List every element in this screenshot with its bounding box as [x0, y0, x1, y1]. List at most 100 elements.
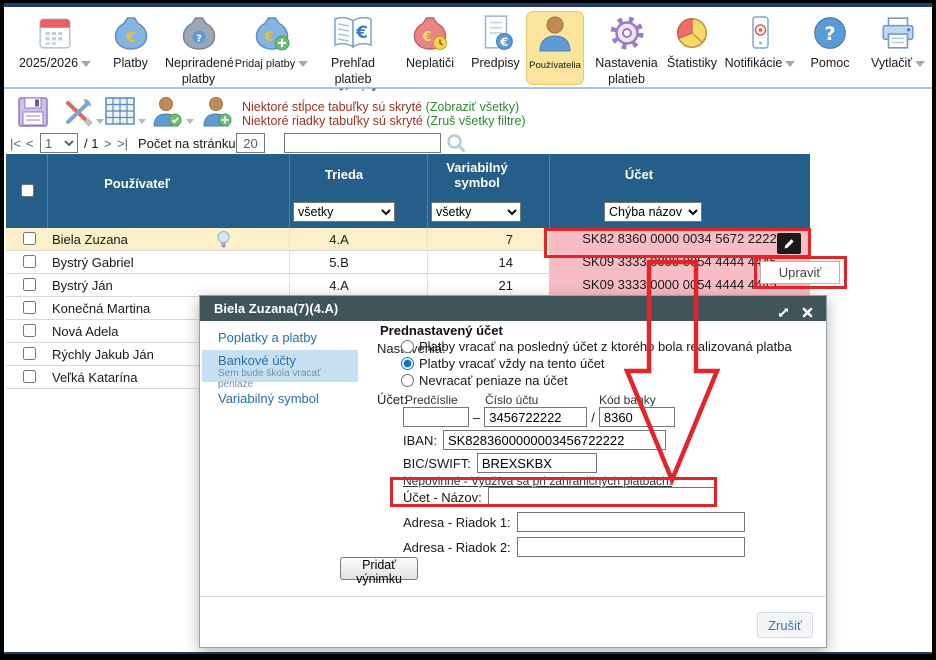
bank-code-input[interactable]	[599, 407, 675, 427]
radio-input[interactable]	[401, 357, 414, 370]
tools-icon[interactable]	[58, 95, 96, 132]
search-input[interactable]	[284, 133, 441, 153]
toolbar-item-platby[interactable]: € Platby	[96, 11, 165, 85]
bic-input[interactable]	[477, 453, 597, 473]
per-page-input[interactable]	[236, 133, 265, 153]
add-exception-button[interactable]: Pridať výnimku	[340, 557, 418, 580]
dialog-nav-variabilny-symbol[interactable]: Variabilný symbol	[218, 391, 319, 406]
user-name: Rýchly Jakub Ján	[52, 347, 154, 362]
vs-filter-select[interactable]: všetky	[431, 202, 521, 222]
chevron-down-icon[interactable]	[186, 119, 194, 124]
user-account[interactable]: SK82 8360 0000 0034 5672 2222	[549, 228, 810, 251]
toolbar-item-neplatici[interactable]: € Neplatiči	[395, 11, 465, 85]
address2-input[interactable]	[517, 537, 745, 557]
platby-label: Platby	[113, 56, 148, 70]
col-header-account[interactable]: Účet	[549, 167, 729, 182]
radio-label: Platby vracať na posledný účet z ktorého…	[419, 339, 792, 354]
prefix-input[interactable]	[403, 407, 469, 427]
table-row[interactable]: Bystrý Gabriel 5.B 14 SK09 3333 0000 005…	[6, 251, 810, 274]
user-add-icon[interactable]	[200, 95, 234, 132]
svg-text:€: €	[499, 35, 508, 49]
svg-text:€: €	[125, 30, 136, 46]
toolbar-item-statistiky[interactable]: Štatistiky	[661, 11, 723, 85]
columns-icon[interactable]	[104, 95, 136, 130]
nepriradene-label: Nepriradené platby	[165, 56, 234, 86]
account-name-label: Účet - Názov:	[403, 490, 482, 505]
radio-label: Platby vracať vždy na tento účet	[419, 356, 605, 371]
account-name-input[interactable]	[488, 487, 716, 507]
col-header-vs[interactable]: Variabilný symbol	[427, 160, 527, 190]
phone-icon	[723, 11, 797, 55]
iban-input[interactable]	[443, 430, 666, 450]
toolbar-item-pomoc[interactable]: ? Pomoc	[797, 11, 863, 85]
dialog-titlebar[interactable]: Biela Zuzana(7)(4.A)	[200, 296, 826, 321]
next-page-button[interactable]: >	[104, 136, 112, 151]
pie-chart-icon	[661, 11, 723, 55]
cancel-button[interactable]: Zrušiť	[757, 612, 813, 638]
toolbar-item-school-year[interactable]: 2025/2026	[14, 11, 96, 85]
dialog-title: Biela Zuzana(7)(4.A)	[214, 301, 338, 316]
document-euro-icon: €	[465, 11, 526, 55]
toolbar-item-nepriradene-platby[interactable]: ? Nepriradené platby	[165, 11, 232, 85]
lightbulb-icon[interactable]	[216, 230, 231, 252]
svg-text:€: €	[421, 30, 431, 45]
close-icon[interactable]	[801, 302, 814, 315]
bic-label: BIC/SWIFT:	[403, 456, 471, 471]
col-header-class[interactable]: Trieda	[289, 167, 399, 182]
pencil-icon	[782, 237, 796, 251]
account-filter-select[interactable]: Chýba názov	[604, 202, 702, 222]
user-check-icon[interactable]	[150, 95, 184, 132]
toolbar-item-prehlad-platieb[interactable]: € Prehľad platieb používateľov	[311, 11, 395, 85]
toolbar-item-pouzivatelia[interactable]: Používatelia	[526, 11, 584, 85]
row-checkbox[interactable]	[23, 301, 36, 314]
slash-separator: /	[591, 410, 595, 425]
radio-input[interactable]	[401, 340, 414, 353]
iban-label: IBAN:	[403, 433, 437, 448]
chevron-down-icon[interactable]	[138, 119, 146, 124]
row-checkbox[interactable]	[23, 370, 36, 383]
dialog-nav-bankove-ucty[interactable]: Bankové účty Sem bude škola vracať penia…	[202, 350, 358, 382]
table-row[interactable]: Bystrý Ján 4.A 21 SK09 3333 0000 0054 44…	[6, 274, 810, 297]
dialog-nav-poplatky[interactable]: Poplatky a platby	[218, 330, 317, 345]
show-all-columns-link[interactable]: (Zobraziť všetky)	[426, 100, 520, 114]
table-row[interactable]: Biela Zuzana 4.A 7 SK82 8360 0000 0034 5…	[6, 228, 810, 251]
page-select[interactable]: 1	[40, 133, 78, 153]
toolbar-item-nastavenia-platieb[interactable]: Nastavenia platieb	[592, 11, 661, 85]
toolbar-item-vytlacit[interactable]: Vytlačiť	[864, 11, 932, 85]
toolbar-item-predpisy[interactable]: € Predpisy	[465, 11, 526, 85]
per-page-label: Počet na stránku:	[138, 136, 239, 151]
radio-option-no-refund[interactable]: Nevracať peniaze na účet	[401, 373, 568, 388]
toolbar-item-pridaj-platby[interactable]: € Pridaj platby	[232, 11, 311, 85]
radio-option-last-account[interactable]: Platby vracať na posledný účet z ktorého…	[401, 339, 792, 354]
radio-option-this-account[interactable]: Platby vracať vždy na tento účet	[401, 356, 605, 371]
col-header-user[interactable]: Používateľ	[47, 176, 227, 191]
chevron-down-icon[interactable]	[96, 119, 104, 124]
select-all-checkbox[interactable]	[21, 184, 34, 197]
hidden-rows-notice: Niektoré riadky tabuľky sú skryté (Zruš …	[242, 114, 526, 128]
toolbar-item-notifikacie[interactable]: Notifikácie	[723, 11, 797, 85]
radio-input[interactable]	[401, 374, 414, 387]
account-number-input[interactable]	[484, 407, 587, 427]
expand-icon[interactable]	[777, 302, 790, 315]
row-checkbox[interactable]	[23, 278, 36, 291]
address1-input[interactable]	[517, 512, 745, 532]
money-bag-icon: €	[96, 11, 165, 55]
hidden-columns-notice: Niektoré stĺpce tabuľky sú skryté (Zobra…	[242, 100, 519, 114]
help-icon: ?	[797, 11, 863, 55]
first-page-button[interactable]: |<	[10, 136, 21, 151]
row-checkbox[interactable]	[23, 232, 36, 245]
chevron-down-icon	[298, 61, 308, 67]
last-page-button[interactable]: >|	[117, 136, 128, 151]
predpisy-label: Predpisy	[471, 56, 520, 70]
row-checkbox[interactable]	[23, 255, 36, 268]
class-filter-select[interactable]: všetky	[293, 202, 395, 222]
bottom-strip	[4, 652, 932, 654]
prev-page-button[interactable]: <	[26, 136, 34, 151]
clear-filters-link[interactable]: (Zruš všetky filtre)	[426, 114, 525, 128]
edit-account-button[interactable]	[777, 233, 801, 254]
row-checkbox[interactable]	[23, 324, 36, 337]
user-icon	[527, 12, 583, 56]
address1-row: Adresa - Riadok 1:	[403, 512, 745, 532]
save-icon[interactable]	[16, 95, 50, 132]
row-checkbox[interactable]	[23, 347, 36, 360]
